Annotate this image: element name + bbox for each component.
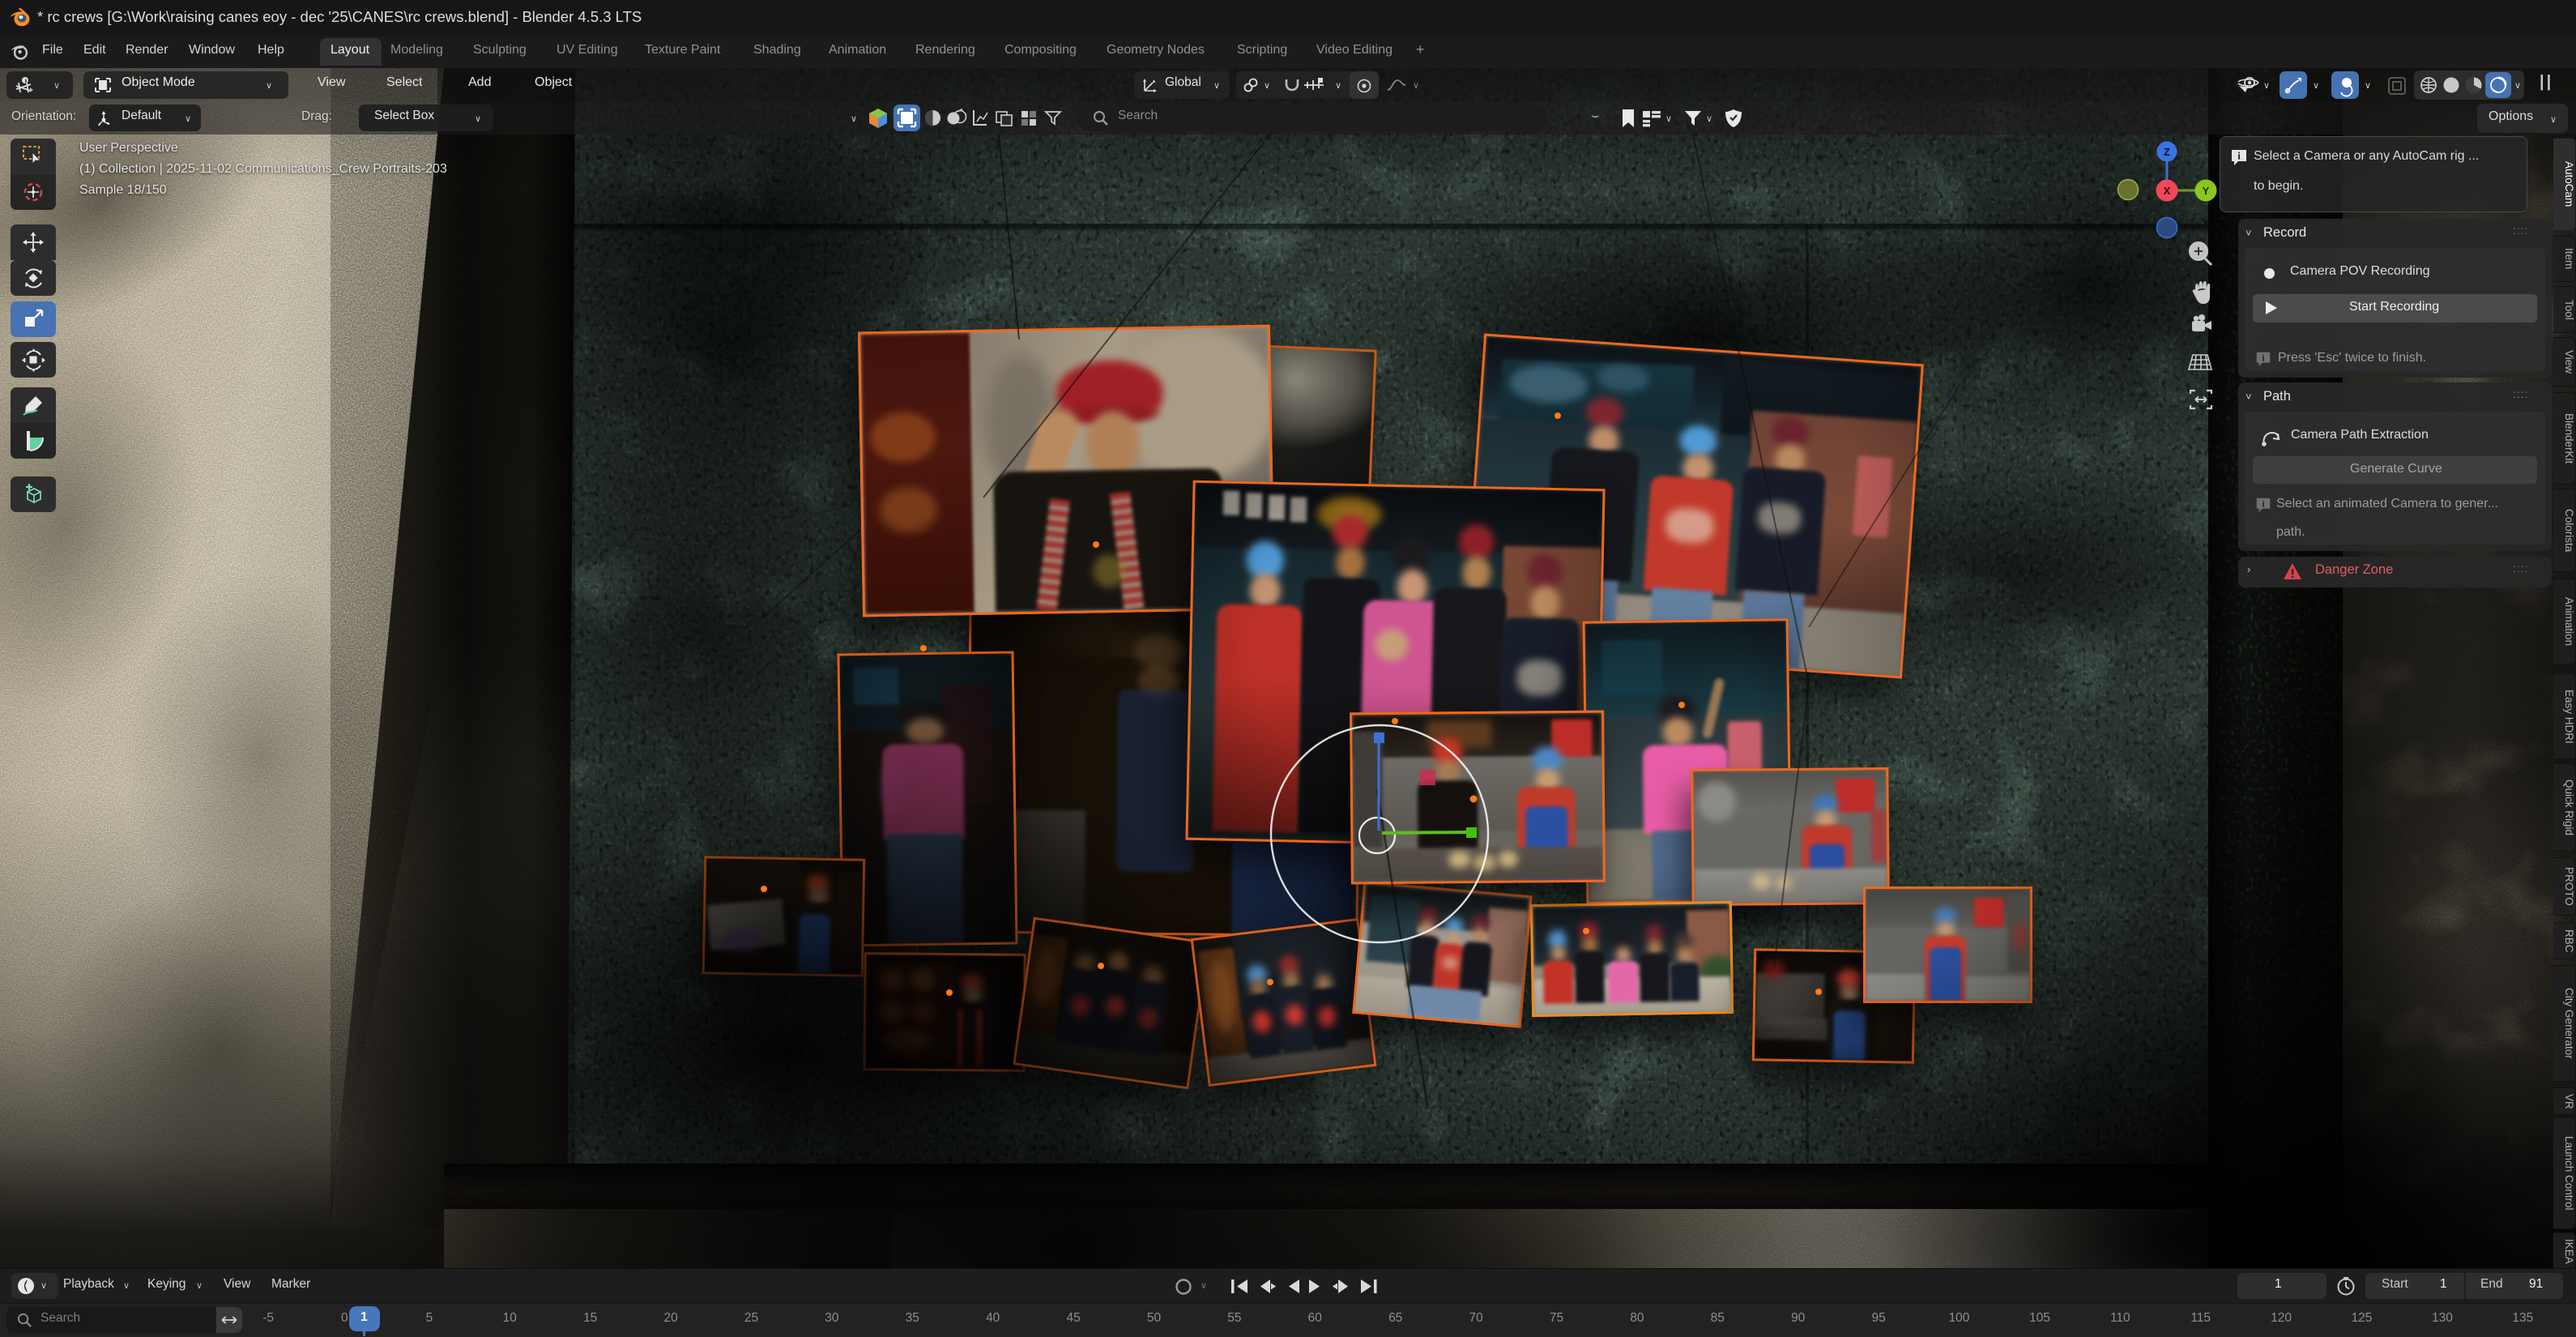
svg-text:i: i <box>2237 150 2241 162</box>
svg-text:Z: Z <box>2164 146 2170 158</box>
svg-text:Y: Y <box>2203 185 2210 197</box>
svg-text:X: X <box>2164 185 2171 197</box>
